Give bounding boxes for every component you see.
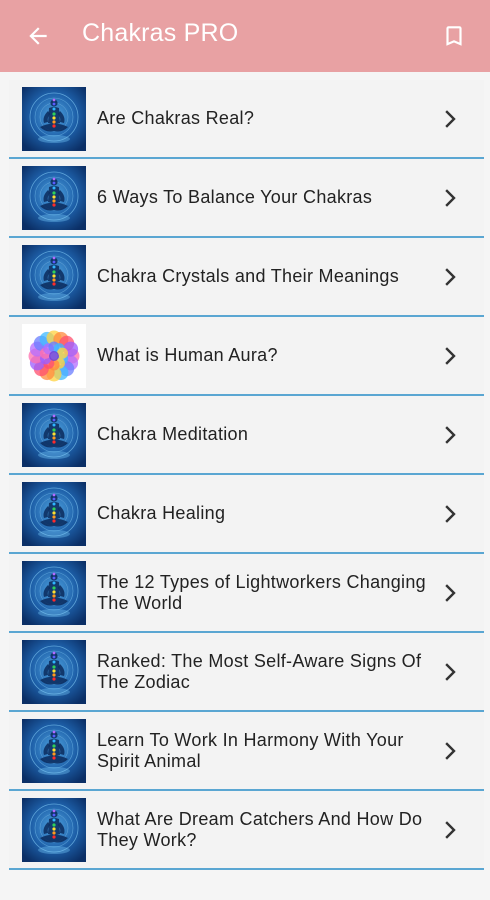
list-item[interactable]: Chakra Healing	[9, 475, 484, 554]
chakra-thumbnail	[22, 245, 86, 309]
chevron-right-icon	[442, 662, 460, 682]
app-bar: Chakras PRO	[0, 0, 490, 72]
bookmark-button[interactable]	[438, 20, 470, 52]
chakra-thumbnail	[22, 640, 86, 704]
list-item-label: What is Human Aura?	[97, 345, 278, 365]
list-item-label: Chakra Meditation	[97, 424, 249, 444]
list-item[interactable]: Learn To Work In Harmony With Your Spiri…	[9, 712, 484, 791]
chakra-thumbnail	[22, 482, 86, 546]
list-item-label: 6 Ways To Balance Your Chakras	[97, 187, 373, 207]
list-item[interactable]: 6 Ways To Balance Your Chakras	[9, 159, 484, 238]
chevron-right-icon	[442, 504, 460, 524]
arrow-left-icon	[29, 27, 47, 45]
chakra-thumbnail	[22, 87, 86, 151]
list-item-label: Learn To Work In Harmony With Your Spiri…	[97, 729, 404, 771]
chevron-right-icon	[442, 583, 460, 603]
chevron-right-icon	[442, 741, 460, 761]
back-button[interactable]	[22, 20, 54, 52]
chevron-right-icon	[442, 267, 460, 287]
chevron-right-icon	[442, 425, 460, 445]
list-item-label: What Are Dream Catchers And How Do They …	[97, 808, 423, 850]
chevron-right-icon	[442, 820, 460, 840]
list-item-label: Chakra Crystals and Their Meanings	[97, 266, 399, 286]
chevron-right-icon	[442, 346, 460, 366]
list-item[interactable]: Are Chakras Real?	[9, 80, 484, 159]
list-item[interactable]: Ranked: The Most Self-Aware Signs Of The…	[9, 633, 484, 712]
chakra-thumbnail	[22, 166, 86, 230]
page-title: Chakras PRO	[82, 19, 239, 47]
chakra-thumbnail	[22, 798, 86, 862]
aura-thumbnail	[22, 324, 86, 388]
chakra-thumbnail	[22, 719, 86, 783]
list-item-label: Ranked: The Most Self-Aware Signs Of The…	[97, 650, 422, 692]
list-item[interactable]: What is Human Aura?	[9, 317, 484, 396]
chevron-right-icon	[442, 188, 460, 208]
list-item[interactable]: What Are Dream Catchers And How Do They …	[9, 791, 484, 870]
list-item-label: Are Chakras Real?	[97, 108, 255, 128]
article-list: Are Chakras Real? 6 Ways To Balance Your…	[9, 80, 484, 870]
list-item-label: The 12 Types of Lightworkers Changing Th…	[97, 571, 426, 613]
chakra-thumbnail	[22, 561, 86, 625]
chevron-right-icon	[442, 109, 460, 129]
list-item[interactable]: Chakra Crystals and Their Meanings	[9, 238, 484, 317]
list-item[interactable]: The 12 Types of Lightworkers Changing Th…	[9, 554, 484, 633]
bookmark-icon	[446, 26, 462, 46]
list-item-label: Chakra Healing	[97, 503, 226, 523]
chakra-thumbnail	[22, 403, 86, 467]
list-item[interactable]: Chakra Meditation	[9, 396, 484, 475]
